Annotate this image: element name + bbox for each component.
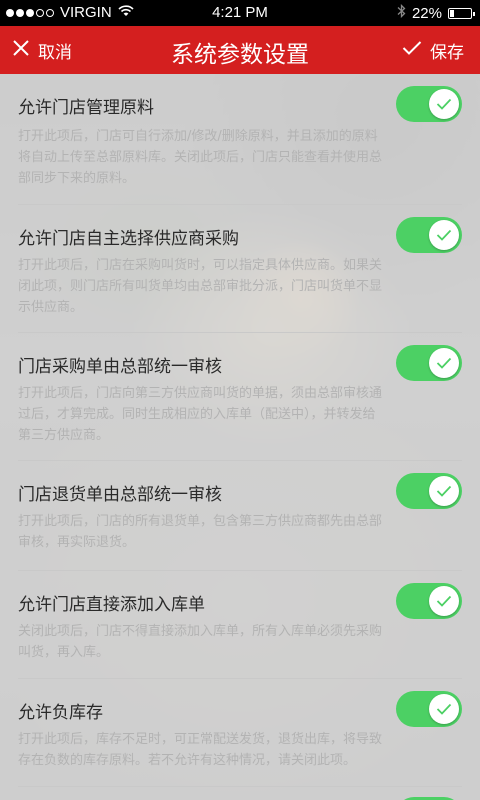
setting-row-purchase-review: 门店采购单由总部统一审核 打开此项后，门店向第三方供应商叫货的单据，须由总部审核… (18, 333, 462, 461)
bluetooth-icon (397, 3, 406, 22)
setting-description-line: 关闭此项后，门店不得直接添加入库单，所有入库单必须先采购 (18, 624, 383, 639)
save-button[interactable]: 保存 (402, 38, 464, 63)
checkmark-icon (436, 485, 452, 497)
toggle-manage-materials[interactable] (396, 86, 462, 122)
status-right-group: 22% (397, 3, 475, 22)
setting-row-manage-materials: 允许门店管理原料 打开此项后，门店可自行添加/修改/删除原料，并且添加的原料 将… (18, 74, 462, 205)
setting-row-return-review: 门店退货单由总部统一审核 打开此项后，门店的所有退货单，包含第三方供应商都先由总… (18, 461, 462, 571)
toggle-knob (429, 220, 459, 250)
setting-description-line: 审核，再实际退货。 (18, 535, 136, 550)
setting-description-line: 闭此项，则门店所有叫货单均由总部审批分派，门店叫货单不显 (18, 279, 383, 294)
battery-icon (448, 7, 475, 19)
setting-row-negative-stock: 允许负库存 打开此项后，库存不足时，可正常配送发货，退货出库，将导致 存在负数的… (18, 679, 462, 787)
toggle-knob (429, 586, 459, 616)
setting-description-line: 叫货，再入库。 (18, 645, 110, 660)
toggle-knob (429, 476, 459, 506)
setting-description-line: 存在负数的库存原料。若不允许有这种情况，请关闭此项。 (18, 753, 357, 768)
status-bar: VIRGIN 4:21 PM 22% (0, 0, 480, 26)
battery-percent: 22% (411, 4, 442, 22)
setting-description: 打开此项后，门店可自行添加/修改/删除原料，并且添加的原料 将自动上传至总部原料… (18, 126, 462, 189)
toggle-knob (429, 694, 459, 724)
toggle-knob (429, 348, 459, 378)
checkmark-icon (402, 40, 422, 61)
setting-description-line: 过后，才算完成。同时生成相应的入库单（配送中），并转发给 (18, 407, 376, 422)
setting-description-line: 第三方供应商。 (18, 428, 110, 443)
checkmark-icon (436, 357, 452, 369)
toggle-knob (429, 89, 459, 119)
setting-row-partial (18, 787, 462, 800)
setting-description: 打开此项后，门店在采购叫货时，可以指定具体供应商。如果关 闭此项，则门店所有叫货… (18, 255, 462, 318)
checkmark-icon (436, 229, 452, 241)
setting-description-line: 打开此项后，门店的所有退货单，包含第三方供应商都先由总部 (18, 514, 383, 529)
setting-row-direct-stock-in: 允许门店直接添加入库单 关闭此项后，门店不得直接添加入库单，所有入库单必须先采购… (18, 571, 462, 679)
checkmark-icon (436, 595, 452, 607)
toggle-choose-supplier[interactable] (396, 217, 462, 253)
toggle-return-review[interactable] (396, 473, 462, 509)
setting-description: 打开此项后，库存不足时，可正常配送发货，退货出库，将导致 存在负数的库存原料。若… (18, 729, 462, 771)
setting-description-line: 部同步下来的原料。 (18, 171, 136, 186)
setting-description-line: 打开此项后，门店向第三方供应商叫货的单据，须由总部审核通 (18, 386, 383, 401)
setting-title: 允许门店管理原料 (18, 98, 154, 118)
setting-description-line: 将自动上传至总部原料库。关闭此项后，门店只能查看并使用总 (18, 150, 383, 165)
setting-description: 打开此项后，门店向第三方供应商叫货的单据，须由总部审核通 过后，才算完成。同时生… (18, 383, 462, 446)
setting-description: 关闭此项后，门店不得直接添加入库单，所有入库单必须先采购 叫货，再入库。 (18, 621, 462, 663)
setting-description: 打开此项后，门店的所有退货单，包含第三方供应商都先由总部 审核，再实际退货。 (18, 511, 462, 553)
checkmark-icon (436, 98, 452, 110)
setting-row-choose-supplier: 允许门店自主选择供应商采购 打开此项后，门店在采购叫货时，可以指定具体供应商。如… (18, 205, 462, 333)
navigation-bar: 取消 系统参数设置 保存 (0, 26, 480, 74)
setting-description-line: 示供应商。 (18, 300, 84, 315)
setting-title: 门店退货单由总部统一审核 (18, 485, 222, 505)
toggle-negative-stock[interactable] (396, 691, 462, 727)
toggle-direct-stock-in[interactable] (396, 583, 462, 619)
save-label: 保存 (430, 43, 464, 63)
toggle-purchase-review[interactable] (396, 345, 462, 381)
setting-description-line: 打开此项后，库存不足时，可正常配送发货，退货出库，将导致 (18, 732, 383, 747)
setting-title: 允许负库存 (18, 703, 103, 723)
setting-description-line: 打开此项后，门店可自行添加/修改/删除原料，并且添加的原料 (18, 129, 378, 144)
setting-description-line: 打开此项后，门店在采购叫货时，可以指定具体供应商。如果关 (18, 258, 383, 273)
settings-list: 允许门店管理原料 打开此项后，门店可自行添加/修改/删除原料，并且添加的原料 将… (0, 74, 480, 800)
checkmark-icon (436, 703, 452, 715)
setting-title: 允许门店自主选择供应商采购 (18, 229, 239, 249)
setting-title: 允许门店直接添加入库单 (18, 595, 205, 615)
setting-title: 门店采购单由总部统一审核 (18, 357, 222, 377)
